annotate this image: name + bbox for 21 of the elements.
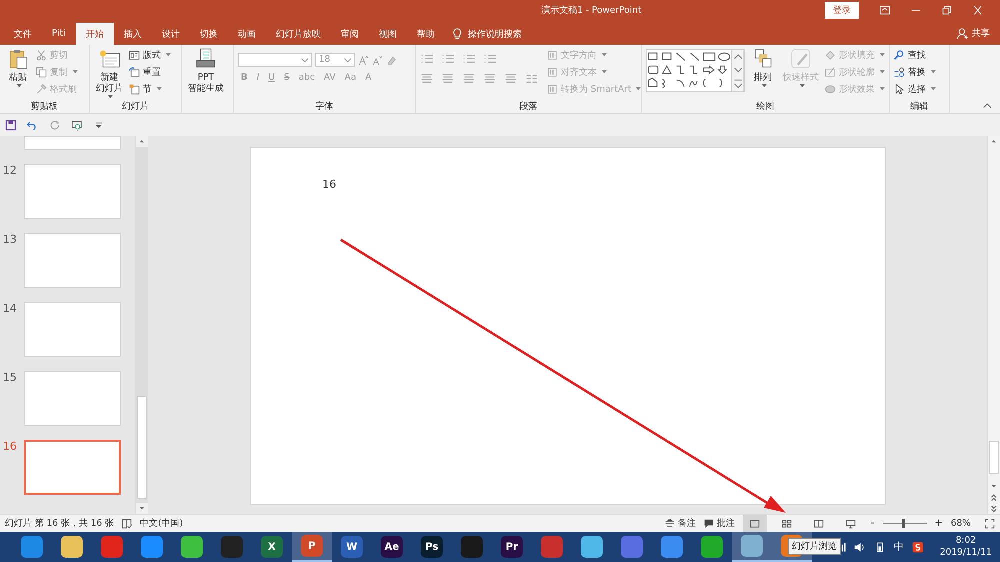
app-icon: X (261, 536, 283, 558)
group-label: 绘图 (756, 100, 774, 113)
slide-number: 15 (2, 371, 18, 386)
group-label: 幻灯片 (122, 100, 149, 113)
slide-number: 16 (2, 440, 18, 455)
app-icon: P (301, 535, 323, 557)
slide-count: 幻灯片 第 16 张，共 16 张 (5, 518, 114, 530)
slide-number: 14 (2, 302, 18, 317)
app-icon: Ae (381, 536, 403, 558)
app-icon: Ps (421, 536, 443, 558)
slide-text: 16 (322, 178, 336, 191)
window-title: 演示文稿1 - PowerPoint (540, 4, 643, 16)
slide-number: 13 (2, 233, 18, 248)
app-icon: W (341, 536, 363, 558)
group-label: 字体 (316, 100, 334, 113)
tooltip: 幻灯片浏览 (788, 538, 841, 555)
group-label: 段落 (520, 100, 538, 113)
slide-number: 12 (2, 164, 18, 179)
group-label: 剪贴板 (31, 100, 58, 113)
group-label: 编辑 (910, 100, 928, 113)
app-icon: Pr (501, 536, 523, 558)
